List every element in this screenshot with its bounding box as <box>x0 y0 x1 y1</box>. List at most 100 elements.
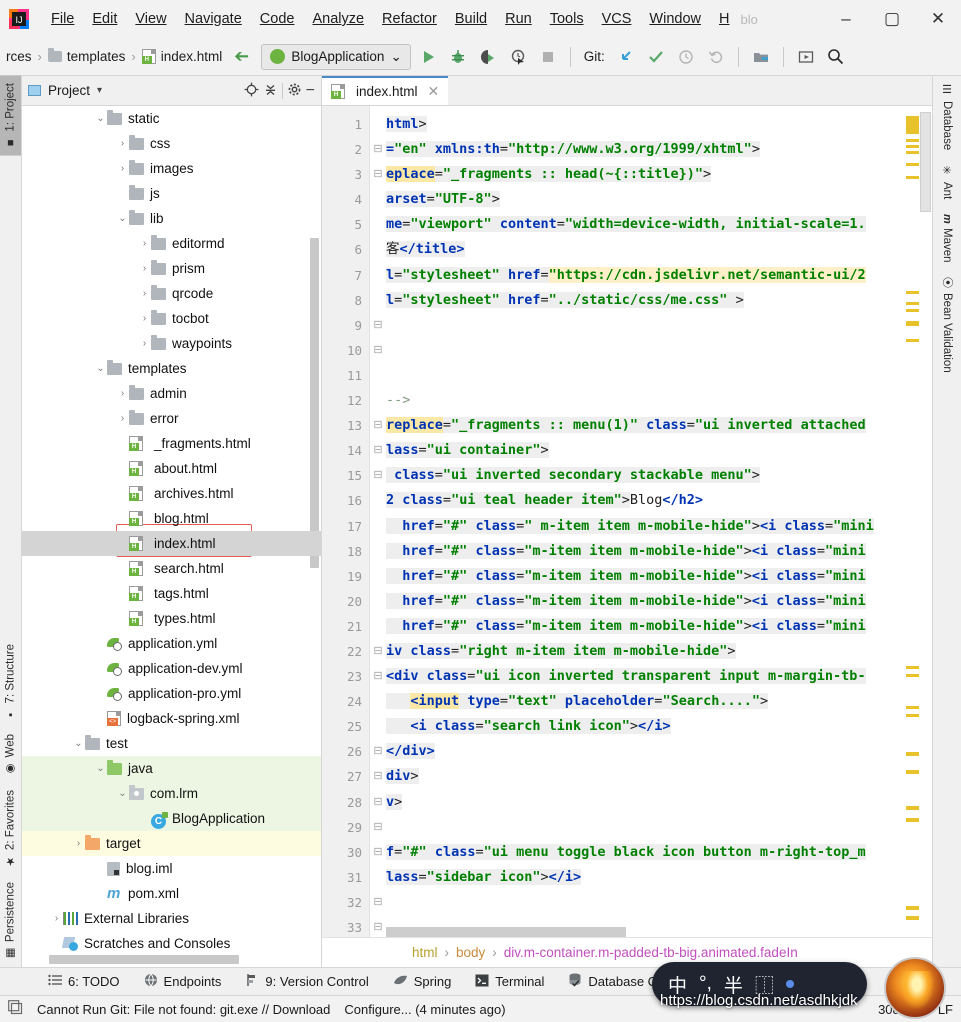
fold-marker[interactable]: ⊟ <box>370 664 386 689</box>
maximize-button[interactable]: ▢ <box>869 0 915 38</box>
code-line[interactable]: me="viewport" content="width=device-widt… <box>386 212 932 237</box>
editor-horizontal-scrollbar[interactable] <box>386 927 626 937</box>
breadcrumb-templates[interactable]: templates <box>67 49 126 64</box>
code-line[interactable]: href="#" class=" m-item item m-mobile-hi… <box>386 514 932 539</box>
code-folding-column[interactable]: ⊟⊟⊟⊟⊟⊟⊟⊟⊟⊟⊟⊟⊟⊟⊟⊟ <box>370 106 386 937</box>
sidebar-item-bean-validation[interactable]: ⦿ Bean Validation <box>933 270 961 380</box>
code-line[interactable]: html> <box>386 112 932 137</box>
breadcrumb-div[interactable]: div.m-container.m-padded-tb-big.animated… <box>504 945 798 960</box>
menu-item-view[interactable]: View <box>126 8 175 30</box>
tree-node-search-html[interactable]: Hsearch.html <box>22 556 321 581</box>
tree-node-lib[interactable]: ⌄lib <box>22 206 321 231</box>
build-hammer-icon[interactable]: ➔ <box>226 46 257 67</box>
fold-marker[interactable]: ⊟ <box>370 764 386 789</box>
debug-button[interactable] <box>445 44 471 70</box>
chevron-right-icon[interactable]: › <box>138 238 151 249</box>
code-line[interactable]: 客</title> <box>386 237 932 262</box>
menu-item-tools[interactable]: Tools <box>541 8 593 30</box>
tree-node-pom-xml[interactable]: mpom.xml <box>22 881 321 906</box>
menu-item-edit[interactable]: Edit <box>83 8 126 30</box>
fold-marker[interactable]: ⊟ <box>370 890 386 915</box>
code-line[interactable]: class="ui inverted secondary stackable m… <box>386 463 932 488</box>
tree-node-application-yml[interactable]: application.yml <box>22 631 321 656</box>
code-line[interactable]: <input type="text" placeholder="Search..… <box>386 689 932 714</box>
git-commit-button[interactable] <box>643 44 669 70</box>
run-with-coverage-button[interactable] <box>475 44 501 70</box>
tree-node-prism[interactable]: ›prism <box>22 256 321 281</box>
close-button[interactable]: ✕ <box>915 0 961 38</box>
tree-node--fragments-html[interactable]: H_fragments.html <box>22 431 321 456</box>
fold-marker[interactable]: ⊟ <box>370 438 386 463</box>
sidebar-item-favorites[interactable]: ★ 2: Favorites <box>0 783 21 875</box>
sidebar-item-persistence[interactable]: ▦ Persistence <box>0 875 21 967</box>
project-structure-icon[interactable] <box>748 44 774 70</box>
tool-tab-todo[interactable]: 6: TODO <box>36 968 132 996</box>
stop-button[interactable] <box>535 44 561 70</box>
code-line[interactable]: </div> <box>386 739 932 764</box>
code-line[interactable]: --> <box>386 388 932 413</box>
tree-node-blog-html[interactable]: Hblog.html <box>22 506 321 531</box>
tree-node-scratches-and-consoles[interactable]: Scratches and Consoles <box>22 931 321 956</box>
chevron-right-icon[interactable]: › <box>116 163 129 174</box>
status-message[interactable]: Cannot Run Git: File not found: git.exe … <box>37 1002 330 1017</box>
breadcrumb-index-html[interactable]: index.html <box>161 49 223 64</box>
code-line[interactable]: href="#" class="m-item item m-mobile-hid… <box>386 589 932 614</box>
fold-marker[interactable]: ⊟ <box>370 915 386 937</box>
code-line[interactable]: ="en" xmlns:th="http://www.w3.org/1999/x… <box>386 137 932 162</box>
chevron-down-icon[interactable]: ⌄ <box>94 763 107 774</box>
tree-node-test[interactable]: ⌄test <box>22 731 321 756</box>
code-line[interactable] <box>386 890 932 915</box>
tree-node-blog-iml[interactable]: blog.iml <box>22 856 321 881</box>
code-line[interactable]: l="stylesheet" href="https://cdn.jsdeliv… <box>386 263 932 288</box>
tree-node-error[interactable]: ›error <box>22 406 321 431</box>
tree-node-qrcode[interactable]: ›qrcode <box>22 281 321 306</box>
fold-marker[interactable]: ⊟ <box>370 815 386 840</box>
hide-panel-icon[interactable]: − <box>306 86 315 96</box>
git-rollback-icon[interactable] <box>703 44 729 70</box>
menu-item-build[interactable]: Build <box>446 8 496 30</box>
menu-item-run[interactable]: Run <box>496 8 541 30</box>
chevron-down-icon[interactable]: ⌄ <box>94 113 107 124</box>
tree-node-com-lrm[interactable]: ⌄com.lrm <box>22 781 321 806</box>
tree-node-tocbot[interactable]: ›tocbot <box>22 306 321 331</box>
run-configuration-selector[interactable]: BlogApplication ⌄ <box>261 44 410 70</box>
tree-node-types-html[interactable]: Htypes.html <box>22 606 321 631</box>
settings-gear-icon[interactable] <box>287 82 302 100</box>
code-line[interactable]: eplace="_fragments :: head(~{::title})"> <box>386 162 932 187</box>
collapse-all-icon[interactable] <box>263 82 278 100</box>
menu-item-help[interactable]: H <box>710 8 738 30</box>
tree-node-editormd[interactable]: ›editormd <box>22 231 321 256</box>
code-line[interactable]: href="#" class="m-item item m-mobile-hid… <box>386 539 932 564</box>
sidebar-item-ant[interactable]: ✳ Ant <box>933 157 961 206</box>
fold-marker[interactable]: ⊟ <box>370 313 386 338</box>
code-line[interactable]: href="#" class="m-item item m-mobile-hid… <box>386 564 932 589</box>
event-log-icon[interactable] <box>8 1000 23 1018</box>
chevron-down-icon[interactable]: ⌄ <box>116 788 129 799</box>
code-line[interactable]: lass="ui container"> <box>386 438 932 463</box>
status-configure-link[interactable]: Configure... (4 minutes ago) <box>344 1002 505 1017</box>
fold-marker[interactable]: ⊟ <box>370 790 386 815</box>
code-line[interactable] <box>386 363 932 388</box>
fold-marker[interactable]: ⊟ <box>370 162 386 187</box>
fold-marker[interactable]: ⊟ <box>370 137 386 162</box>
menu-item-code[interactable]: Code <box>251 8 304 30</box>
code-line[interactable]: 2 class="ui teal header item">Blog</h2> <box>386 488 932 513</box>
sidebar-item-database[interactable]: ☰ Database <box>933 76 961 157</box>
code-line[interactable] <box>386 815 932 840</box>
chevron-down-icon[interactable]: ⌄ <box>72 738 85 749</box>
chevron-right-icon[interactable]: › <box>116 138 129 149</box>
chevron-right-icon[interactable]: › <box>116 413 129 424</box>
tool-tab-spring[interactable]: Spring <box>381 968 464 996</box>
code-line[interactable]: iv class="right m-item item m-mobile-hid… <box>386 639 932 664</box>
tree-node-logback-spring-xml[interactable]: <>logback-spring.xml <box>22 706 321 731</box>
code-line[interactable]: <i class="search link icon"></i> <box>386 714 932 739</box>
code-line[interactable]: f="#" class="ui menu toggle black icon b… <box>386 840 932 865</box>
breadcrumb-body[interactable]: body <box>456 945 485 960</box>
chevron-right-icon[interactable]: › <box>138 288 151 299</box>
preview-icon[interactable] <box>793 44 819 70</box>
tree-node-index-html[interactable]: Hindex.html <box>22 531 321 556</box>
code-line[interactable]: arset="UTF-8"> <box>386 187 932 212</box>
fold-marker[interactable]: ⊟ <box>370 338 386 363</box>
search-icon[interactable] <box>823 44 849 70</box>
close-tab-icon[interactable]: ✕ <box>428 83 440 100</box>
